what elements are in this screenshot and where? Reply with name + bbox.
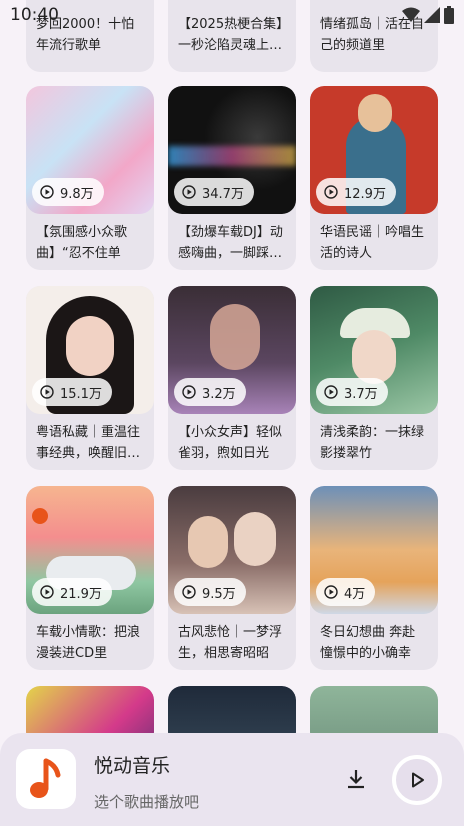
play-count: 3.7万	[344, 386, 378, 402]
status-bar: 10:40	[0, 0, 464, 30]
play-count-badge: 21.9万	[32, 578, 112, 606]
playlist-title: 古风悲怆｜一梦浮生，相思寄昭昭	[178, 625, 283, 661]
download-button[interactable]	[340, 763, 372, 795]
player-subtitle: 选个歌曲播放吧	[94, 793, 200, 811]
play-count-badge: 34.7万	[174, 178, 254, 206]
playlist-cover: 9.8万	[26, 86, 154, 214]
app-logo	[16, 749, 76, 809]
playlist-card[interactable]: 3.2万 【小众女声】轻似雀羽，煦如日光	[168, 286, 296, 470]
play-circle-icon	[40, 385, 54, 399]
status-icons	[402, 6, 454, 24]
playlist-card[interactable]: 21.9万 车载小情歌：把浪漫装进CD里	[26, 486, 154, 670]
play-count: 9.8万	[60, 186, 94, 202]
playlist-title: 清浅柔韵：一抹绿影搂翠竹	[320, 425, 425, 461]
play-circle-icon	[40, 585, 54, 599]
playlist-card[interactable]: 9.8万 【氛围感小众歌曲】“忍不住单曲…	[26, 86, 154, 270]
playlist-cover: 3.2万	[168, 286, 296, 414]
playlist-title: 粤语私藏｜重温往事经典，唤醒旧…	[36, 425, 141, 461]
battery-icon	[444, 6, 454, 24]
playlist-title: 【氛围感小众歌曲】“忍不住单曲…	[36, 225, 128, 261]
playlist-card[interactable]: 34.7万 【劲爆车载DJ】动感嗨曲，一脚踩…	[168, 86, 296, 270]
play-count: 34.7万	[202, 186, 244, 202]
playlist-title: 【小众女声】轻似雀羽，煦如日光	[178, 425, 283, 461]
play-circle-icon	[324, 185, 338, 199]
playlist-card[interactable]: 9.5万 古风悲怆｜一梦浮生，相思寄昭昭	[168, 486, 296, 670]
playlist-cover: 34.7万	[168, 86, 296, 214]
play-count: 15.1万	[60, 386, 102, 402]
play-circle-icon	[182, 385, 196, 399]
playlist-title: 车载小情歌：把浪漫装进CD里	[36, 625, 141, 661]
playlist-card[interactable]: 15.1万 粤语私藏｜重温往事经典，唤醒旧…	[26, 286, 154, 470]
play-circle-icon	[40, 185, 54, 199]
play-count-badge: 12.9万	[316, 178, 396, 206]
play-count-badge: 9.8万	[32, 178, 104, 206]
play-circle-icon	[182, 585, 196, 599]
playlist-title: 【劲爆车载DJ】动感嗨曲，一脚踩…	[178, 225, 283, 261]
play-button[interactable]	[392, 755, 442, 805]
playlist-card[interactable]: 4万 冬日幻想曲 奔赴憧憬中的小确幸	[310, 486, 438, 670]
playlist-card[interactable]: 3.7万 清浅柔韵：一抹绿影搂翠竹	[310, 286, 438, 470]
play-count: 12.9万	[344, 186, 386, 202]
download-icon	[348, 770, 364, 789]
play-count: 4万	[344, 586, 366, 602]
play-count: 3.2万	[202, 386, 236, 402]
playlist-cover: 15.1万	[26, 286, 154, 414]
playlist-cover: 4万	[310, 486, 438, 614]
play-count: 9.5万	[202, 586, 236, 602]
playlist-cover: 3.7万	[310, 286, 438, 414]
play-count-badge: 15.1万	[32, 378, 112, 406]
wifi-icon	[402, 7, 420, 22]
play-count: 21.9万	[60, 586, 102, 602]
play-count-badge: 3.7万	[316, 378, 388, 406]
play-count-badge: 4万	[316, 578, 376, 606]
status-time: 10:40	[10, 5, 59, 25]
music-note-icon	[30, 758, 61, 798]
playlist-title: 冬日幻想曲 奔赴憧憬中的小确幸	[320, 625, 416, 661]
play-circle-icon	[324, 385, 338, 399]
playlist-card[interactable]: 12.9万 华语民谣｜吟唱生活的诗人	[310, 86, 438, 270]
play-icon	[412, 772, 424, 788]
signal-icon	[424, 7, 440, 23]
playlist-cover: 21.9万	[26, 486, 154, 614]
playlist-title: 华语民谣｜吟唱生活的诗人	[320, 225, 425, 261]
play-circle-icon	[324, 585, 338, 599]
playlist-cover: 12.9万	[310, 86, 438, 214]
app-name: 悦动音乐	[94, 755, 171, 777]
play-count-badge: 9.5万	[174, 578, 246, 606]
play-circle-icon	[182, 185, 196, 199]
mini-player[interactable]: 悦动音乐 选个歌曲播放吧	[0, 733, 464, 826]
playlist-cover: 9.5万	[168, 486, 296, 614]
play-count-badge: 3.2万	[174, 378, 246, 406]
